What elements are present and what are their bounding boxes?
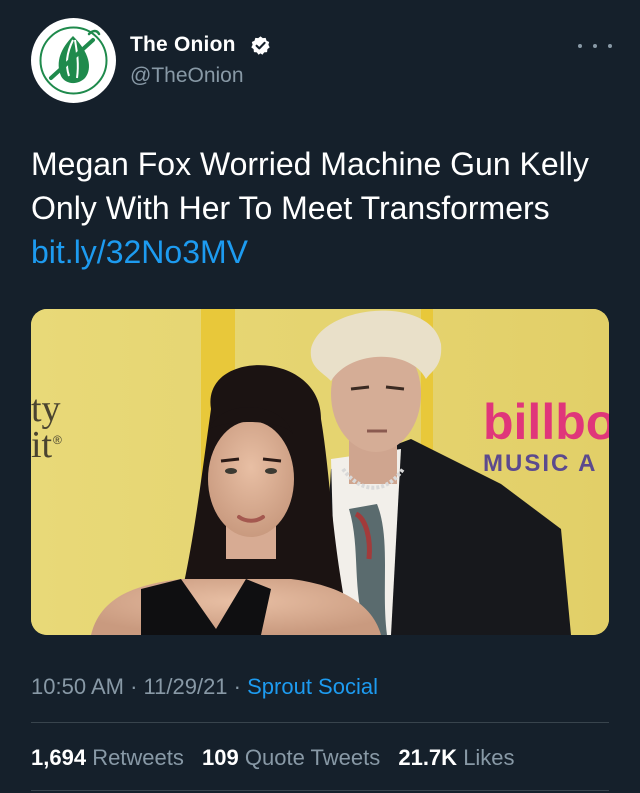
quote-tweets-stat[interactable]: 109 Quote Tweets xyxy=(202,745,386,770)
more-options-icon[interactable] xyxy=(578,36,612,56)
retweets-stat[interactable]: 1,694 Retweets xyxy=(31,745,190,770)
backdrop-registered-mark: ® xyxy=(53,433,62,447)
quote-tweets-label: Quote Tweets xyxy=(244,745,381,770)
divider xyxy=(31,722,609,723)
author-display-name[interactable]: The Onion xyxy=(130,33,236,57)
tweet-stats: 1,694 Retweets 109 Quote Tweets 21.7K Li… xyxy=(31,745,527,771)
verified-badge-icon xyxy=(251,36,270,55)
tweet-card: The Onion @TheOnion Megan Fox Worried Ma… xyxy=(0,0,640,793)
retweets-count: 1,694 xyxy=(31,745,87,770)
quote-tweets-count: 109 xyxy=(202,745,239,770)
tweet-time[interactable]: 10:50 AM xyxy=(31,674,124,699)
tweet-meta: 10:50 AM · 11/29/21 · Sprout Social xyxy=(31,674,378,700)
likes-label: Likes xyxy=(463,745,515,770)
tweet-photo[interactable]: ty it ® billbo MUSIC A xyxy=(31,309,609,635)
meta-separator: · xyxy=(233,674,241,699)
tweet-date[interactable]: 11/29/21 xyxy=(144,674,228,699)
backdrop-brand-sub: MUSIC A xyxy=(483,450,597,477)
likes-count: 21.7K xyxy=(398,745,458,770)
retweets-label: Retweets xyxy=(92,745,184,770)
author-handle[interactable]: @TheOnion xyxy=(130,64,244,88)
backdrop-text-2: it xyxy=(31,424,53,466)
tweet-link[interactable]: bit.ly/32No3MV xyxy=(31,234,248,270)
likes-stat[interactable]: 21.7K Likes xyxy=(398,745,514,770)
divider xyxy=(31,790,609,791)
backdrop-brand: billbo xyxy=(483,394,609,450)
tweet-body: Megan Fox Worried Machine Gun Kelly Only… xyxy=(31,146,589,226)
meta-separator: · xyxy=(130,674,138,699)
onion-logo-icon[interactable] xyxy=(31,18,116,103)
tweet-text: Megan Fox Worried Machine Gun Kelly Only… xyxy=(31,142,591,274)
tweet-source[interactable]: Sprout Social xyxy=(247,674,378,699)
